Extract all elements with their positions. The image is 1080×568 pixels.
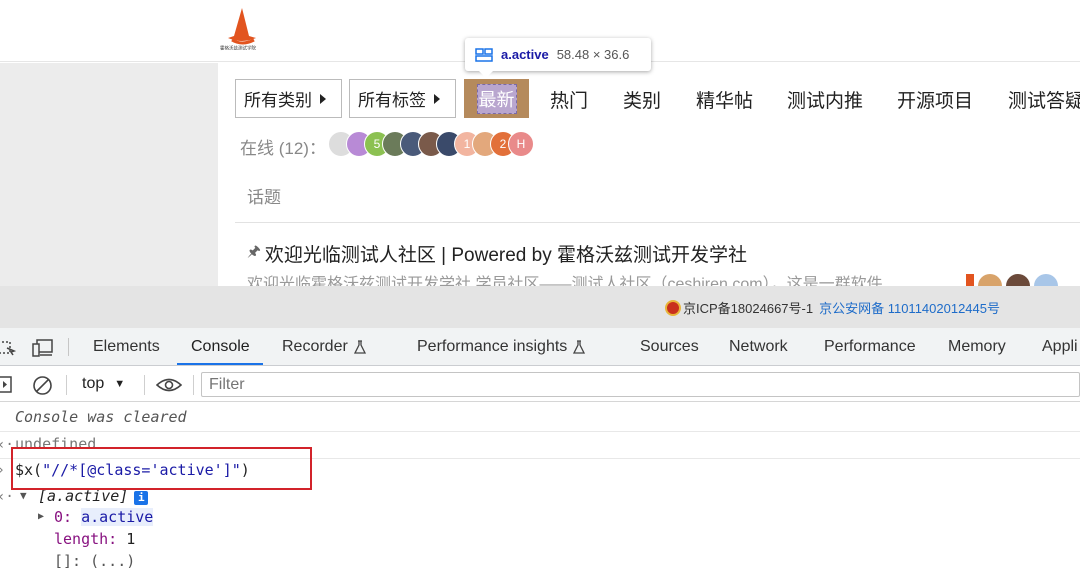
tab-elements[interactable]: Elements bbox=[93, 338, 160, 356]
expand-triangle-right-icon[interactable]: ▶ bbox=[38, 511, 44, 522]
console-toolbar: top ▼ Filter bbox=[0, 367, 1080, 402]
nav-hot[interactable]: 热门 bbox=[550, 86, 588, 113]
show-sidebar-icon[interactable] bbox=[0, 376, 13, 394]
page-sidebar bbox=[0, 63, 218, 286]
clear-console-icon[interactable] bbox=[32, 375, 53, 396]
tab-memory[interactable]: Memory bbox=[948, 338, 1006, 356]
device-toolbar-icon[interactable] bbox=[32, 339, 54, 357]
online-users-label: 在线 (12)： bbox=[240, 139, 326, 158]
dropdown-triangle-icon: ▼ bbox=[114, 378, 126, 390]
pin-icon: 🖈︎ bbox=[247, 243, 261, 260]
avatar[interactable]: H bbox=[508, 131, 534, 157]
item-key: 0: bbox=[54, 508, 73, 526]
online-avatars: 5 1 2 H bbox=[328, 131, 534, 157]
devtools-tabbar: Elements Console Recorder Performance in… bbox=[0, 328, 1080, 366]
page-footer-strip: 京ICP备18024667号-1 京公安网备 11011402012445号 bbox=[0, 286, 1080, 328]
tab-network[interactable]: Network bbox=[729, 338, 788, 356]
live-expression-eye-icon[interactable] bbox=[156, 377, 182, 393]
experimental-flask-icon bbox=[573, 340, 586, 354]
console-cleared-message: Console was cleared bbox=[15, 408, 187, 426]
inspect-element-icon[interactable] bbox=[0, 340, 16, 356]
tab-performance-insights[interactable]: Performance insights bbox=[417, 338, 586, 356]
tab-recorder-label: Recorder bbox=[282, 338, 348, 355]
context-selector-value: top bbox=[82, 375, 105, 392]
divider bbox=[0, 431, 1080, 432]
inspector-tooltip: a.active 58.48 × 36.6 bbox=[465, 38, 651, 78]
avatar-letter: 5 bbox=[373, 137, 381, 151]
toolbar-divider bbox=[66, 375, 67, 395]
context-selector[interactable]: top ▼ bbox=[82, 375, 125, 393]
nav-latest-label: 最新 bbox=[476, 83, 517, 114]
nav-qa[interactable]: 测试答疑 bbox=[1008, 86, 1080, 113]
info-icon[interactable]: i bbox=[134, 491, 149, 505]
result-prototype[interactable]: []: (...) bbox=[54, 552, 1080, 568]
icp-number[interactable]: 京ICP备18024667号-1 bbox=[683, 298, 813, 317]
result-arrow-icon: ‹· bbox=[0, 489, 14, 505]
nav-featured[interactable]: 精华帖 bbox=[696, 86, 753, 113]
nav-referrals[interactable]: 测试内推 bbox=[787, 86, 863, 113]
length-key: length: bbox=[54, 530, 118, 548]
nav-categories[interactable]: 类别 bbox=[623, 86, 661, 113]
tooltip-dimensions: 58.48 × 36.6 bbox=[556, 47, 630, 62]
avatar-letter: H bbox=[516, 137, 526, 151]
avatar-letter: 2 bbox=[499, 137, 507, 151]
tag-filter-label: 所有标签 bbox=[358, 91, 426, 110]
experimental-flask-icon bbox=[353, 340, 366, 354]
tab-performance[interactable]: Performance bbox=[824, 338, 916, 356]
result-length: length: 1 bbox=[54, 530, 1080, 548]
tab-recorder[interactable]: Recorder bbox=[282, 338, 366, 356]
caret-right-icon bbox=[320, 93, 326, 104]
toolbar-divider bbox=[144, 375, 145, 395]
topics-header: 话题 bbox=[247, 188, 281, 207]
command-highlight-box bbox=[11, 447, 312, 490]
logo-caption: 霍格沃兹测试学院 bbox=[220, 45, 257, 52]
caret-right-icon bbox=[434, 93, 440, 104]
pinned-topic-title: 欢迎光临测试人社区 | Powered by 霍格沃兹测试开发学社 bbox=[264, 245, 747, 266]
item-value: a.active bbox=[81, 508, 154, 526]
expand-triangle-down-icon[interactable]: ▼ bbox=[20, 489, 27, 502]
console-filter-input[interactable]: Filter bbox=[201, 372, 1080, 397]
input-prompt-icon: › bbox=[0, 463, 5, 478]
devtools-panel: 京ICP备18024667号-1 京公安网备 11011402012445号 E… bbox=[0, 286, 1080, 568]
category-filter-label: 所有类别 bbox=[244, 91, 312, 110]
tag-filter-dropdown[interactable]: 所有标签 bbox=[349, 79, 456, 118]
nav-open-source[interactable]: 开源项目 bbox=[897, 86, 973, 113]
pinned-topic-link[interactable]: 🖈︎ 欢迎光临测试人社区 | Powered by 霍格沃兹测试开发学社 bbox=[247, 240, 747, 267]
length-value: 1 bbox=[126, 530, 136, 548]
divider bbox=[235, 222, 1080, 223]
police-emblem-icon bbox=[665, 299, 682, 316]
icp-info: 京ICP备18024667号-1 京公安网备 11011402012445号 bbox=[665, 298, 1000, 317]
category-filter-dropdown[interactable]: 所有类别 bbox=[235, 79, 342, 118]
tab-performance-insights-label: Performance insights bbox=[417, 338, 568, 355]
avatar-letter: 1 bbox=[463, 137, 471, 151]
nav-latest-active[interactable]: 最新 bbox=[464, 79, 529, 118]
tab-sources[interactable]: Sources bbox=[640, 338, 699, 356]
grid-layout-icon bbox=[475, 47, 493, 62]
tab-console[interactable]: Console bbox=[191, 338, 250, 356]
police-record-link[interactable]: 京公安网备 11011402012445号 bbox=[819, 298, 1000, 317]
toolbar-divider bbox=[68, 338, 69, 356]
tab-application[interactable]: Appli bbox=[1042, 338, 1078, 356]
tooltip-selector: a.active bbox=[501, 47, 549, 62]
active-tab-indicator bbox=[177, 363, 263, 365]
result-item-0[interactable]: 0: a.active bbox=[54, 508, 1080, 526]
toolbar-divider bbox=[193, 375, 194, 395]
